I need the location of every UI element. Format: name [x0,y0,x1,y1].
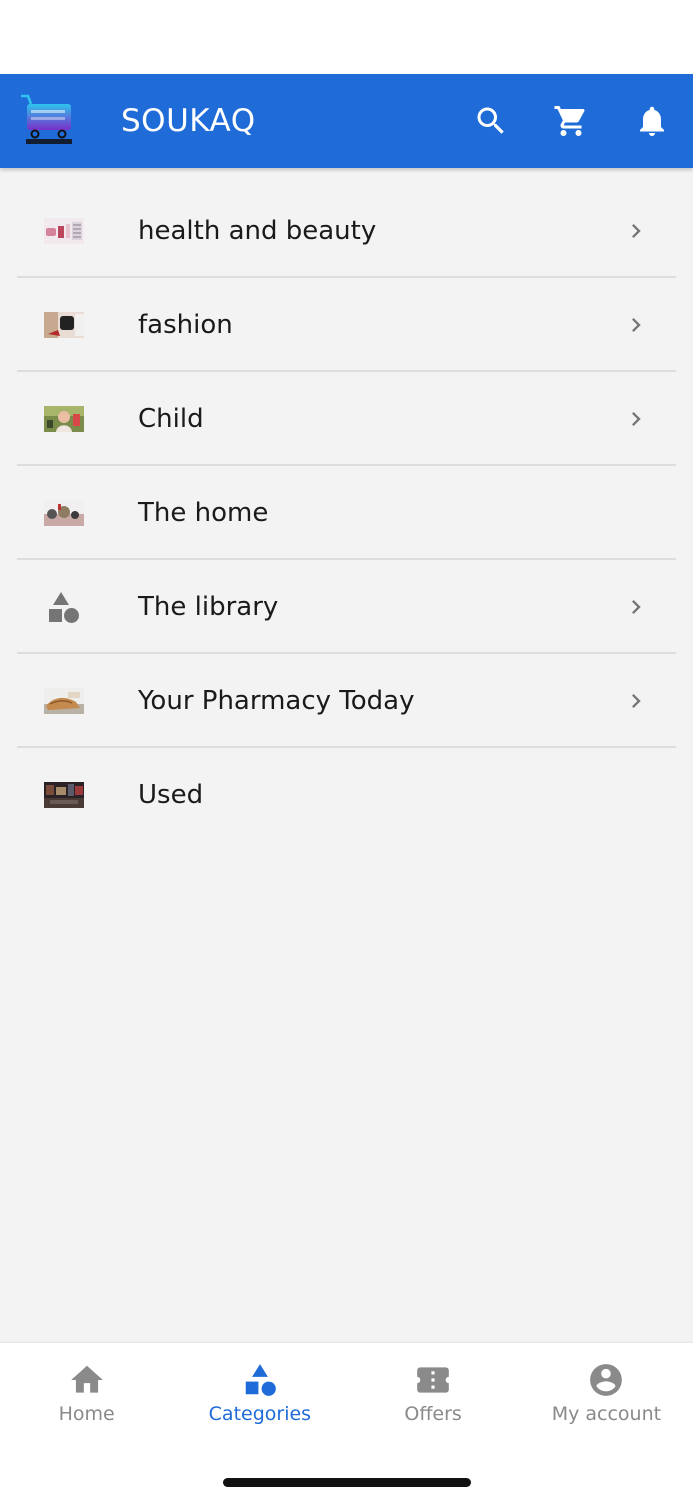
category-list-area: health and beauty fashion Child The home… [0,168,693,1343]
app-bar: SOUKAQ [0,74,693,168]
category-thumbnail [44,500,84,526]
soukaq-logo[interactable] [18,92,76,150]
shapes-icon [44,590,84,626]
nav-item-my-account[interactable]: My account [520,1343,693,1443]
category-thumbnail [44,312,84,338]
cart-icon[interactable] [551,101,591,141]
home-indicator[interactable] [223,1478,471,1487]
search-icon[interactable] [471,101,511,141]
chevron-right-icon [622,593,650,621]
chevron-right-icon [622,217,650,245]
category-thumbnail [44,218,84,244]
status-bar [0,0,693,74]
category-thumbnail [44,782,84,808]
chevron-right-icon [622,687,650,715]
category-item-the-library[interactable]: The library [17,560,676,654]
bottom-navigation: Home Categories Offers My account [0,1343,693,1443]
category-label: fashion [138,310,233,340]
home-icon [70,1365,103,1393]
category-list: health and beauty fashion Child The home… [0,168,693,842]
bell-icon[interactable] [632,101,672,141]
category-item-child[interactable]: Child [17,372,676,466]
nav-label: My account [551,1403,662,1425]
category-label: Your Pharmacy Today [138,686,415,716]
nav-item-categories[interactable]: Categories [173,1343,346,1443]
nav-label: Categories [208,1403,312,1425]
category-item-your-pharmacy-today[interactable]: Your Pharmacy Today [17,654,676,748]
category-item-the-home[interactable]: The home [17,466,676,560]
nav-label: Home [58,1403,115,1425]
category-thumbnail [44,406,84,432]
account-icon [590,1364,623,1396]
category-item-used[interactable]: Used [17,748,676,842]
chevron-right-icon [622,405,650,433]
category-label: The library [138,592,279,622]
category-label: The home [138,498,269,528]
category-label: Used [138,780,204,810]
nav-item-offers[interactable]: Offers [347,1343,520,1443]
app-title: SOUKAQ [121,103,256,139]
category-label: health and beauty [138,216,377,246]
chevron-right-icon [622,311,650,339]
home-indicator-area [0,1443,693,1500]
category-thumbnail [44,688,84,714]
category-item-health-and-beauty[interactable]: health and beauty [17,184,676,278]
nav-label: Offers [404,1403,462,1425]
category-item-fashion[interactable]: fashion [17,278,676,372]
nav-item-home[interactable]: Home [0,1343,173,1443]
categories-icon [245,1364,276,1396]
category-label: Child [138,404,204,434]
ticket-icon [417,1367,449,1393]
